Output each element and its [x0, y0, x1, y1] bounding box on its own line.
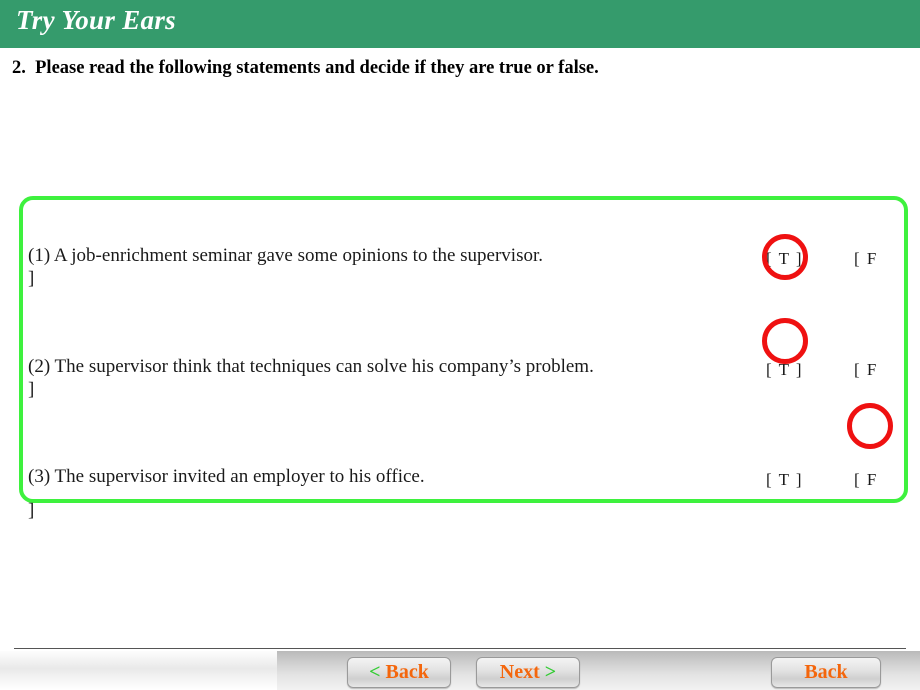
answer-circle-icon	[762, 234, 808, 280]
previous-button-label: Back	[385, 661, 429, 683]
footer-divider	[14, 648, 906, 649]
instruction-text: 2. Please read the following statements …	[12, 58, 599, 78]
footer-strip-left	[0, 651, 277, 690]
chevron-left-icon: <	[369, 661, 381, 683]
statement-wrapped-bracket: ]	[28, 500, 35, 521]
answer-circle-icon	[762, 318, 808, 364]
statement-wrapped-bracket: ]	[28, 268, 35, 289]
option-false[interactable]: [ F	[854, 360, 878, 380]
next-button[interactable]: Next >	[476, 657, 580, 688]
page-title: Try Your Ears	[16, 5, 176, 35]
option-false[interactable]: [ F	[854, 470, 878, 490]
option-false[interactable]: [ F	[854, 249, 878, 269]
statement-text: (1) A job-enrichment seminar gave some o…	[28, 245, 544, 266]
chevron-right-icon: >	[544, 661, 557, 683]
statement-text: (3) The supervisor invited an employer t…	[28, 466, 425, 487]
previous-button[interactable]: < Back	[347, 657, 451, 688]
statement-text: (2) The supervisor think that techniques…	[28, 356, 594, 377]
next-button-label: Next	[499, 661, 540, 683]
answer-circle-icon	[847, 403, 893, 449]
back-button-label: Back	[804, 661, 848, 683]
back-button[interactable]: Back	[771, 657, 881, 688]
statement-wrapped-bracket: ]	[28, 379, 35, 400]
option-true[interactable]: [ T ]	[766, 470, 803, 490]
